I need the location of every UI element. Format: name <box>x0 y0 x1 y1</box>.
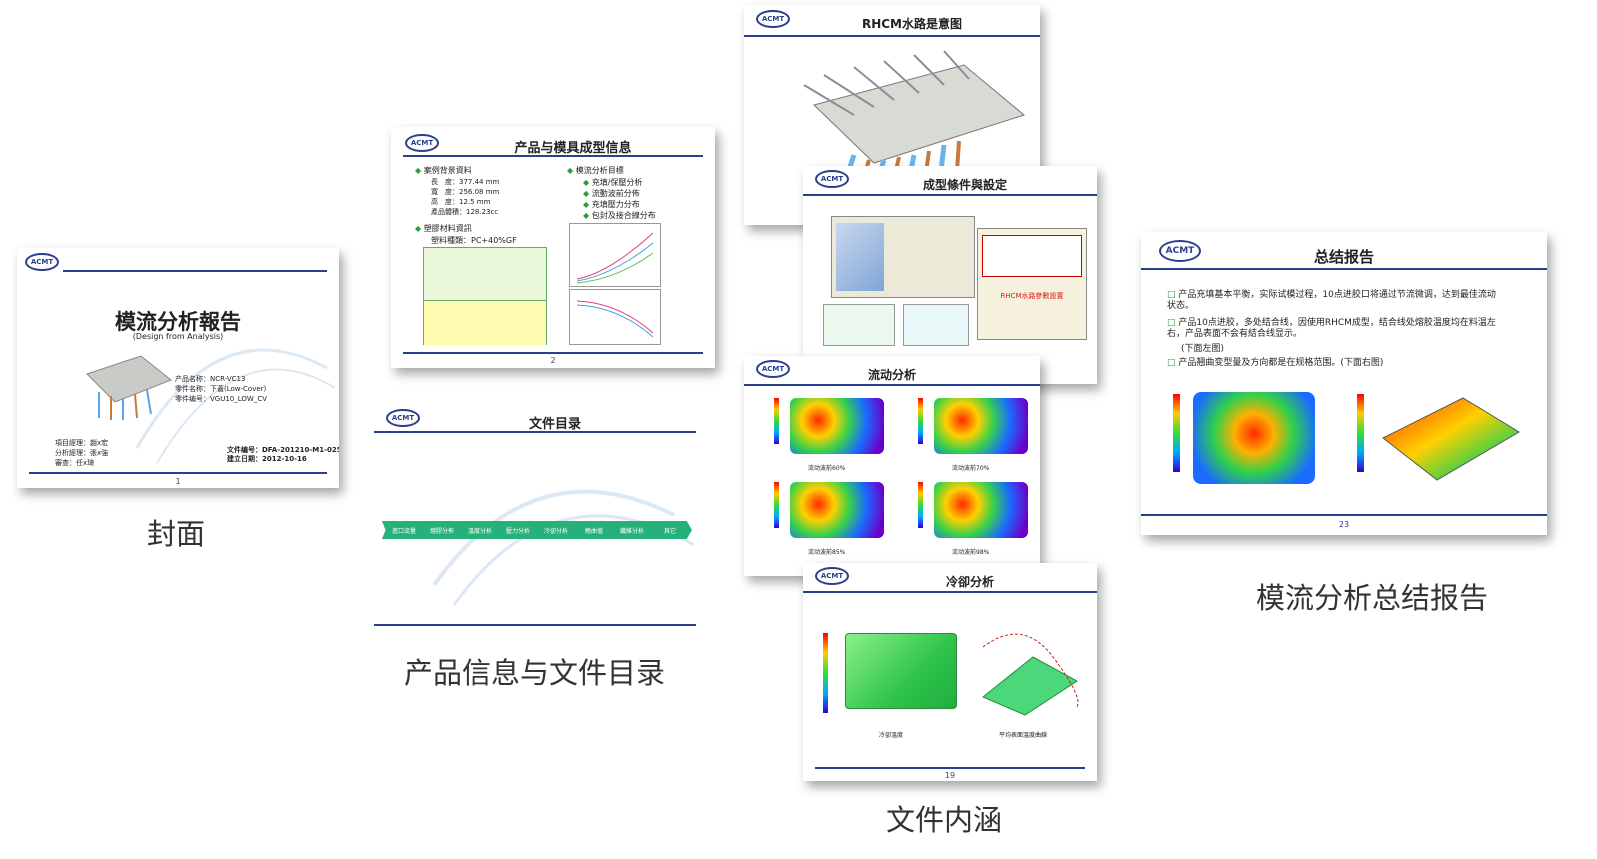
flow-front-plot <box>790 398 884 454</box>
flow-front-plot <box>934 398 1028 454</box>
toc-slide[interactable]: ACMT 文件目录 進口流量 熔膠分佈 溫度分析 壓力分析 冷卻分析 翹曲值 纖… <box>374 405 696 627</box>
summary-point: □ 产品充填基本平衡，实际试模过程，10点进胶口将通过节流微调，达到最佳流动状态… <box>1167 290 1496 311</box>
slide-title: 流动分析 <box>867 368 916 382</box>
page-number: 19 <box>944 771 956 780</box>
process-flow-bar: 進口流量 熔膠分佈 溫度分析 壓力分析 冷卻分析 翹曲值 纖維分析 其它 <box>382 521 692 539</box>
process-chart-right <box>903 304 969 346</box>
flow-front-label: 流动波前85% <box>808 549 846 556</box>
material-curve-chart-image <box>569 223 661 287</box>
rhcm-parameter-note: RHCM水路參數設置 <box>1000 292 1064 300</box>
header-rule <box>803 591 1097 593</box>
part-name: 零件名称：下蓋(Low-Cover) <box>175 385 267 393</box>
page-number: 23 <box>1338 520 1350 529</box>
product-name: 产品名称：NCR-VC13 <box>175 375 246 383</box>
width-value: 寬 度：256.08 mm <box>431 188 500 196</box>
cooling-temperature-plot <box>845 633 957 709</box>
flow-step: 進口流量 <box>382 521 426 539</box>
viscosity-curve-chart-image <box>569 289 661 345</box>
color-scale <box>823 633 828 713</box>
flow-step: 壓力分析 <box>496 521 540 539</box>
caption-info: 产品信息与文件目录 <box>404 656 666 690</box>
flow-step: 溫度分析 <box>458 521 502 539</box>
goal-item: ◆ 充填壓力分布 <box>583 200 640 209</box>
flow-front-label: 流动波前70% <box>952 465 990 472</box>
cooling-slide[interactable]: ACMT 冷卻分析 冷卻溫度 平均表面溫度曲線 19 <box>803 563 1097 781</box>
goal-item: ◆ 包封及接合線分布 <box>583 211 656 220</box>
header-rule <box>744 35 1040 37</box>
analyst: 分析經理：張x強 <box>55 449 109 457</box>
caption-content: 文件内涵 <box>886 803 1003 837</box>
flow-step: 其它 <box>648 521 692 539</box>
slide-title: RHCM水路是意图 <box>861 17 963 31</box>
footer-rule <box>1141 514 1547 516</box>
color-scale <box>918 482 923 528</box>
color-scale <box>1357 394 1364 472</box>
goal-item: ◆ 流動波前分佈 <box>583 189 640 198</box>
color-scale <box>774 482 779 528</box>
material-value: 塑料種類：PC+40%GF <box>431 236 517 245</box>
slide-title: 冷卻分析 <box>945 575 994 589</box>
project-lead: 項目經理：趙x宏 <box>55 439 109 447</box>
caption-summary: 模流分析总结报告 <box>1256 581 1489 615</box>
cooling-temperature-label: 冷卻溫度 <box>879 732 904 739</box>
header-rule <box>1141 268 1547 270</box>
footer-rule <box>815 767 1085 769</box>
summary-slide[interactable]: ACMT 总结报告 □ 产品充填基本平衡，实际试模过程，10点进胶口将通过节流微… <box>1141 232 1547 535</box>
section-goals: ◆ 模流分析目標 <box>567 166 624 175</box>
cover-subtitle: (Design from Analysis) <box>132 332 224 341</box>
summary-point-note: (下面左图) <box>1181 344 1225 354</box>
footer-rule <box>403 352 703 354</box>
color-scale <box>774 398 779 444</box>
cover-slide[interactable]: ACMT 模流分析報告 (Design from Analysis) 产品名称：… <box>17 248 339 488</box>
summary-point: □ 产品10点进胶，多处结合线，因使用RHCM成型，结合线处熔胶温度均在料温左右… <box>1167 318 1496 339</box>
flow-step: 纖維分析 <box>610 521 654 539</box>
goal-item: ◆ 充填/保壓分析 <box>583 178 643 187</box>
height-value: 高 度：12.5 mm <box>431 198 491 206</box>
surface-temperature-curve-image <box>982 633 1079 716</box>
color-scale <box>918 398 923 444</box>
parameter-table-screenshot: RHCM水路參數設置 <box>977 228 1087 340</box>
flow-step: 冷卻分析 <box>534 521 578 539</box>
reviewer: 審查：任x琦 <box>55 459 95 467</box>
conditions-slide[interactable]: ACMT 成型條件與設定 RHCM水路參數設置 <box>803 166 1097 384</box>
summary-point: □ 产品翘曲变型量及方向都是在规格范围。(下面右图) <box>1167 358 1384 368</box>
section-background: ◆ 案例背景資料 <box>415 166 472 175</box>
footer-rule <box>29 472 327 474</box>
flow-step: 熔膠分佈 <box>420 521 464 539</box>
background-watermark-graphic <box>432 489 695 606</box>
flow-analysis-slide[interactable]: ACMT 流动分析 流动波前60% 流动波前70% 流动波前85% 流动波前98… <box>744 356 1040 576</box>
length-value: 長 度：377.44 mm <box>431 178 500 186</box>
slide-title: 产品与模具成型信息 <box>514 141 632 156</box>
flow-front-label: 流动波前98% <box>952 549 990 556</box>
surface-temperature-label: 平均表面溫度曲線 <box>999 732 1048 739</box>
settings-dialog-screenshot <box>831 216 975 298</box>
slide-title: 总结报告 <box>1313 248 1374 266</box>
header-rule <box>744 384 1040 386</box>
part-3d-render-image <box>86 355 172 420</box>
volume-value: 產品體積：128.23cc <box>431 208 499 216</box>
header-rule <box>403 155 703 157</box>
page-number: 1 <box>175 477 181 486</box>
creation-date: 建立日期：2012-10-16 <box>227 455 307 463</box>
footer-rule <box>374 624 696 626</box>
process-chart-left <box>823 304 895 346</box>
part-number: 零件编号：VGU10_LOW_CV <box>175 395 268 403</box>
flow-front-plot <box>790 482 884 538</box>
flow-front-plot <box>934 482 1028 538</box>
weld-line-temperature-plot <box>1193 392 1315 484</box>
color-scale <box>1173 394 1180 472</box>
page-number: 2 <box>550 356 556 365</box>
flow-front-label: 流动波前60% <box>808 465 846 472</box>
caption-cover: 封面 <box>147 517 206 551</box>
slide-title: 成型條件與設定 <box>922 178 1007 192</box>
warpage-deflection-plot <box>1382 397 1520 481</box>
header-rule <box>803 194 1097 196</box>
section-material: ◆ 塑膠材料資訊 <box>415 224 472 233</box>
flow-step: 翹曲值 <box>572 521 616 539</box>
material-property-table <box>423 247 547 345</box>
product-info-slide[interactable]: ACMT 产品与模具成型信息 ◆ 案例背景資料 長 度：377.44 mm 寬 … <box>391 127 715 368</box>
